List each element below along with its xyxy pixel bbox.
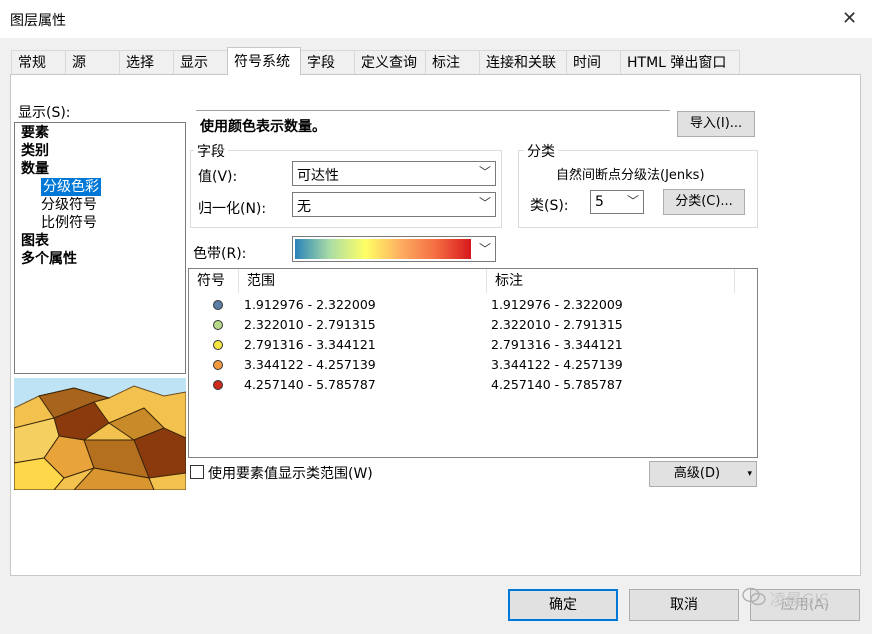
tree-item-features[interactable]: 要素 <box>21 124 49 142</box>
advanced-button-label: 高级(D) <box>673 466 721 481</box>
chevron-down-icon: ﹀ <box>478 196 491 210</box>
classes-label: 类(S): <box>530 198 569 214</box>
watermark-text: 凌晨GIS <box>770 590 830 609</box>
classes-value: 5 <box>595 194 604 210</box>
preview-map-graphic <box>14 378 186 490</box>
tab-selection[interactable]: 选择 <box>119 50 174 74</box>
column-header-range[interactable]: 范围 <box>239 269 487 293</box>
label-cell: 1.912976 - 2.322009 <box>491 297 623 312</box>
table-row[interactable]: 1.912976 - 2.322009 1.912976 - 2.322009 <box>189 295 755 315</box>
label-cell: 4.257140 - 5.785787 <box>491 377 623 392</box>
tab-joins-relates[interactable]: 连接和关联 <box>479 50 567 74</box>
close-icon[interactable]: ✕ <box>842 8 857 29</box>
advanced-button[interactable]: 高级(D) ▾ <box>649 461 757 487</box>
column-header-symbol[interactable]: 符号 <box>189 269 239 293</box>
table-row[interactable]: 2.322010 - 2.791315 2.322010 - 2.791315 <box>189 315 755 335</box>
tab-display[interactable]: 显示 <box>173 50 228 74</box>
window-title: 图层属性 <box>10 13 66 29</box>
normalize-field-select[interactable]: 无 ﹀ <box>292 192 496 217</box>
cancel-button[interactable]: 取消 <box>629 589 739 621</box>
chevron-down-icon: ﹀ <box>478 242 491 256</box>
dropdown-arrow-icon: ▾ <box>747 469 752 479</box>
tree-item-categories[interactable]: 类别 <box>21 142 49 160</box>
tab-time[interactable]: 时间 <box>566 50 621 74</box>
tree-item-charts[interactable]: 图表 <box>21 232 49 250</box>
range-cell: 2.322010 - 2.791315 <box>244 317 376 332</box>
chevron-down-icon: ﹀ <box>478 165 491 179</box>
symbol-swatch[interactable] <box>213 380 223 390</box>
show-range-checkbox[interactable] <box>190 465 204 479</box>
tab-symbology[interactable]: 符号系统 <box>227 47 301 75</box>
tree-item-graduated-colors[interactable]: 分级色彩 <box>41 178 101 196</box>
renderer-description: 使用颜色表示数量。 <box>196 110 670 138</box>
renderer-tree: 要素 类别 数量 分级色彩 分级符号 比例符号 图表 多个属性 <box>14 122 186 374</box>
title-bar <box>0 0 872 38</box>
symbol-swatch[interactable] <box>213 340 223 350</box>
table-row[interactable]: 3.344122 - 4.257139 3.344122 - 4.257139 <box>189 355 755 375</box>
range-cell: 2.791316 - 3.344121 <box>244 337 376 352</box>
table-row[interactable]: 4.257140 - 5.785787 4.257140 - 5.785787 <box>189 375 755 395</box>
fields-group-label: 字段 <box>194 141 228 161</box>
classification-group-label: 分类 <box>524 141 558 161</box>
class-table: 符号 范围 标注 1.912976 - 2.322009 1.912976 - 2… <box>188 268 758 458</box>
range-cell: 3.344122 - 4.257139 <box>244 357 376 372</box>
tab-fields[interactable]: 字段 <box>300 50 355 74</box>
color-ramp-select[interactable]: ﹀ <box>292 236 496 262</box>
table-row[interactable]: 2.791316 - 3.344121 2.791316 - 3.344121 <box>189 335 755 355</box>
normalize-field-text: 无 <box>297 199 311 215</box>
show-range-checkbox-label: 使用要素值显示类范围(W) <box>208 466 373 482</box>
range-cell: 4.257140 - 5.785787 <box>244 377 376 392</box>
tree-item-proportional-symbols[interactable]: 比例符号 <box>41 214 97 232</box>
tab-html-popup[interactable]: HTML 弹出窗口 <box>620 50 740 74</box>
label-cell: 2.791316 - 3.344121 <box>491 337 623 352</box>
range-cell: 1.912976 - 2.322009 <box>244 297 376 312</box>
tab-labels[interactable]: 标注 <box>425 50 480 74</box>
show-label: 显示(S): <box>18 105 71 121</box>
value-field-select[interactable]: 可达性 ﹀ <box>292 161 496 186</box>
column-header-label[interactable]: 标注 <box>487 269 735 293</box>
color-ramp-label: 色带(R): <box>193 246 247 262</box>
ok-button[interactable]: 确定 <box>508 589 618 621</box>
tree-item-graduated-symbols[interactable]: 分级符号 <box>41 196 97 214</box>
symbol-swatch[interactable] <box>213 320 223 330</box>
classes-select[interactable]: 5 ﹀ <box>590 190 644 214</box>
tree-item-quantities[interactable]: 数量 <box>21 160 49 178</box>
symbol-swatch[interactable] <box>213 360 223 370</box>
classify-button[interactable]: 分类(C)... <box>663 189 745 215</box>
value-field-text: 可达性 <box>297 168 339 184</box>
label-cell: 2.322010 - 2.791315 <box>491 317 623 332</box>
tab-source[interactable]: 源 <box>65 50 120 74</box>
color-ramp-swatch <box>295 239 471 259</box>
preview-map <box>14 378 186 490</box>
tab-definition-query[interactable]: 定义查询 <box>354 50 426 74</box>
tab-general[interactable]: 常规 <box>11 50 66 74</box>
import-button[interactable]: 导入(I)... <box>677 111 755 137</box>
normalize-label: 归一化(N): <box>198 201 267 217</box>
symbol-swatch[interactable] <box>213 300 223 310</box>
value-label: 值(V): <box>198 169 238 185</box>
tree-item-multiple-attributes[interactable]: 多个属性 <box>21 250 77 268</box>
chevron-down-icon: ﹀ <box>626 194 639 208</box>
classification-method: 自然间断点分级法(Jenks) <box>556 168 705 183</box>
wechat-icon <box>742 587 766 607</box>
label-cell: 3.344122 - 4.257139 <box>491 357 623 372</box>
